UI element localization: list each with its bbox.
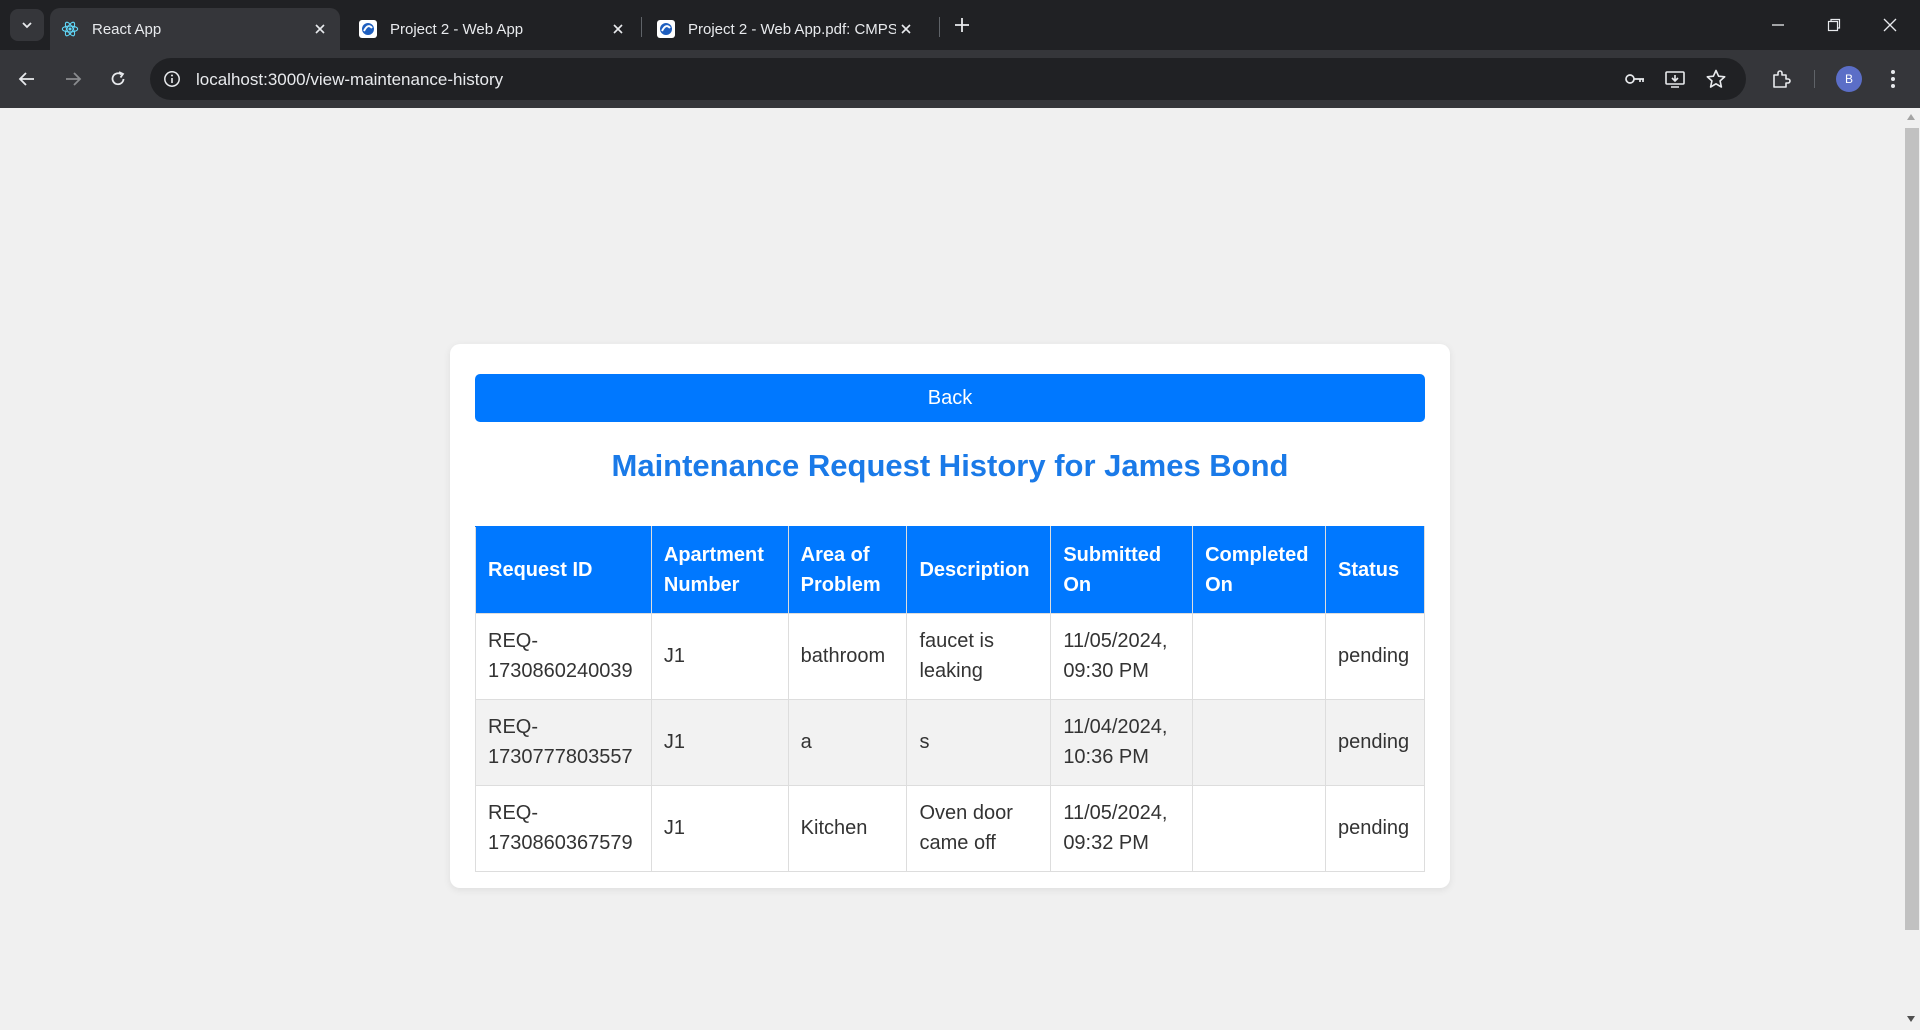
url-text: localhost:3000/view-maintenance-history: [196, 70, 504, 89]
description-cell: Oven door came off: [906, 785, 1052, 872]
tab-project-2[interactable]: Project 2 - Web App: [348, 8, 638, 50]
toolbar-divider: [1814, 70, 1815, 88]
profile-avatar[interactable]: B: [1836, 66, 1862, 92]
arrow-right-icon: [66, 72, 82, 86]
close-tab-icon[interactable]: [310, 19, 330, 39]
react-icon: [60, 19, 80, 39]
tab-separator: [939, 17, 940, 37]
area-cell: a: [787, 699, 908, 786]
restore-button[interactable]: [1814, 10, 1854, 40]
description-cell: s: [906, 699, 1052, 786]
page-viewport: Back Maintenance Request History for Jam…: [0, 108, 1920, 1030]
site-info-icon[interactable]: [162, 69, 182, 89]
install-app-icon[interactable]: [1664, 68, 1686, 90]
description-cell: faucet is leaking: [906, 613, 1052, 700]
plus-icon: [955, 18, 969, 32]
scroll-up-icon[interactable]: [1906, 112, 1916, 122]
scroll-down-icon[interactable]: [1906, 1014, 1916, 1024]
history-card: Back Maintenance Request History for Jam…: [450, 344, 1450, 888]
tab-title: React App: [92, 20, 162, 38]
request-id-cell: REQ-1730777803557: [475, 699, 652, 786]
browser-toolbar: localhost:3000/view-maintenance-history …: [0, 50, 1920, 108]
column-header: Submitted On: [1050, 526, 1194, 614]
extensions-button[interactable]: [1764, 62, 1798, 96]
tab-search-button[interactable]: [10, 9, 44, 41]
reload-button[interactable]: [101, 62, 135, 96]
minimize-button[interactable]: [1758, 10, 1798, 40]
close-icon: [1883, 18, 1897, 32]
more-vertical-icon: [1891, 70, 1895, 88]
vertical-scrollbar[interactable]: [1902, 108, 1920, 1030]
close-tab-icon[interactable]: [608, 19, 628, 39]
completed-cell: [1192, 699, 1326, 786]
column-header: Request ID: [475, 526, 652, 614]
tab-project-2-pdf[interactable]: Project 2 - Web App.pdf: CMPSC: [646, 8, 936, 50]
tab-title: Project 2 - Web App: [390, 20, 524, 38]
column-header: Completed On: [1192, 526, 1326, 614]
bookmark-star-icon[interactable]: [1705, 68, 1727, 90]
maintenance-table: Request ID Apartment Number Area of Prob…: [475, 526, 1426, 872]
chevron-down-icon: [22, 22, 32, 29]
back-button[interactable]: Back: [475, 374, 1425, 422]
back-nav-button[interactable]: [10, 62, 44, 96]
apartment-cell: J1: [650, 699, 789, 786]
tab-title: Project 2 - Web App.pdf: CMPSC: [688, 20, 896, 38]
column-header: Apartment Number: [650, 526, 789, 614]
forward-nav-button[interactable]: [56, 62, 90, 96]
address-bar[interactable]: localhost:3000/view-maintenance-history: [150, 58, 1746, 100]
table-header-row: Request ID Apartment Number Area of Prob…: [475, 526, 1426, 614]
column-header: Status: [1324, 526, 1426, 614]
puzzle-icon: [1773, 70, 1791, 88]
edge-doc-icon: [358, 19, 378, 39]
close-tab-icon[interactable]: [896, 19, 916, 39]
key-icon[interactable]: [1624, 68, 1646, 90]
reload-icon: [111, 71, 125, 86]
tab-react-app[interactable]: React App: [50, 8, 340, 50]
close-window-button[interactable]: [1870, 10, 1910, 40]
submitted-cell: 11/05/2024, 09:30 PM: [1050, 613, 1194, 700]
column-header: Area of Problem: [787, 526, 908, 614]
apartment-cell: J1: [650, 785, 789, 872]
completed-cell: [1192, 785, 1326, 872]
page-title: Maintenance Request History for James Bo…: [611, 448, 1289, 483]
submitted-cell: 11/04/2024, 10:36 PM: [1050, 699, 1194, 786]
status-cell: pending: [1324, 785, 1426, 872]
request-id-cell: REQ-1730860367579: [475, 785, 652, 872]
submitted-cell: 11/05/2024, 09:32 PM: [1050, 785, 1194, 872]
minimize-icon: [1772, 24, 1784, 26]
area-cell: Kitchen: [787, 785, 908, 872]
column-header: Description: [906, 526, 1052, 614]
request-id-cell: REQ-1730860240039: [475, 613, 652, 700]
table-row: REQ-1730860240039 J1 bathroom faucet is …: [475, 613, 1426, 700]
apartment-cell: J1: [650, 613, 789, 700]
scrollbar-thumb[interactable]: [1905, 128, 1919, 930]
new-tab-button[interactable]: [950, 13, 974, 37]
table-row: REQ-1730777803557 J1 a s 11/04/2024, 10:…: [475, 699, 1426, 786]
status-cell: pending: [1324, 699, 1426, 786]
tab-separator: [641, 17, 642, 37]
arrow-left-icon: [18, 72, 34, 86]
status-cell: pending: [1324, 613, 1426, 700]
edge-doc-icon: [656, 19, 676, 39]
tab-bar: React App Project 2 - Web App Project 2 …: [0, 0, 1920, 50]
restore-icon: [1827, 18, 1841, 32]
area-cell: bathroom: [787, 613, 908, 700]
browser-menu-button[interactable]: [1876, 62, 1910, 96]
completed-cell: [1192, 613, 1326, 700]
table-row: REQ-1730860367579 J1 Kitchen Oven door c…: [475, 785, 1426, 872]
